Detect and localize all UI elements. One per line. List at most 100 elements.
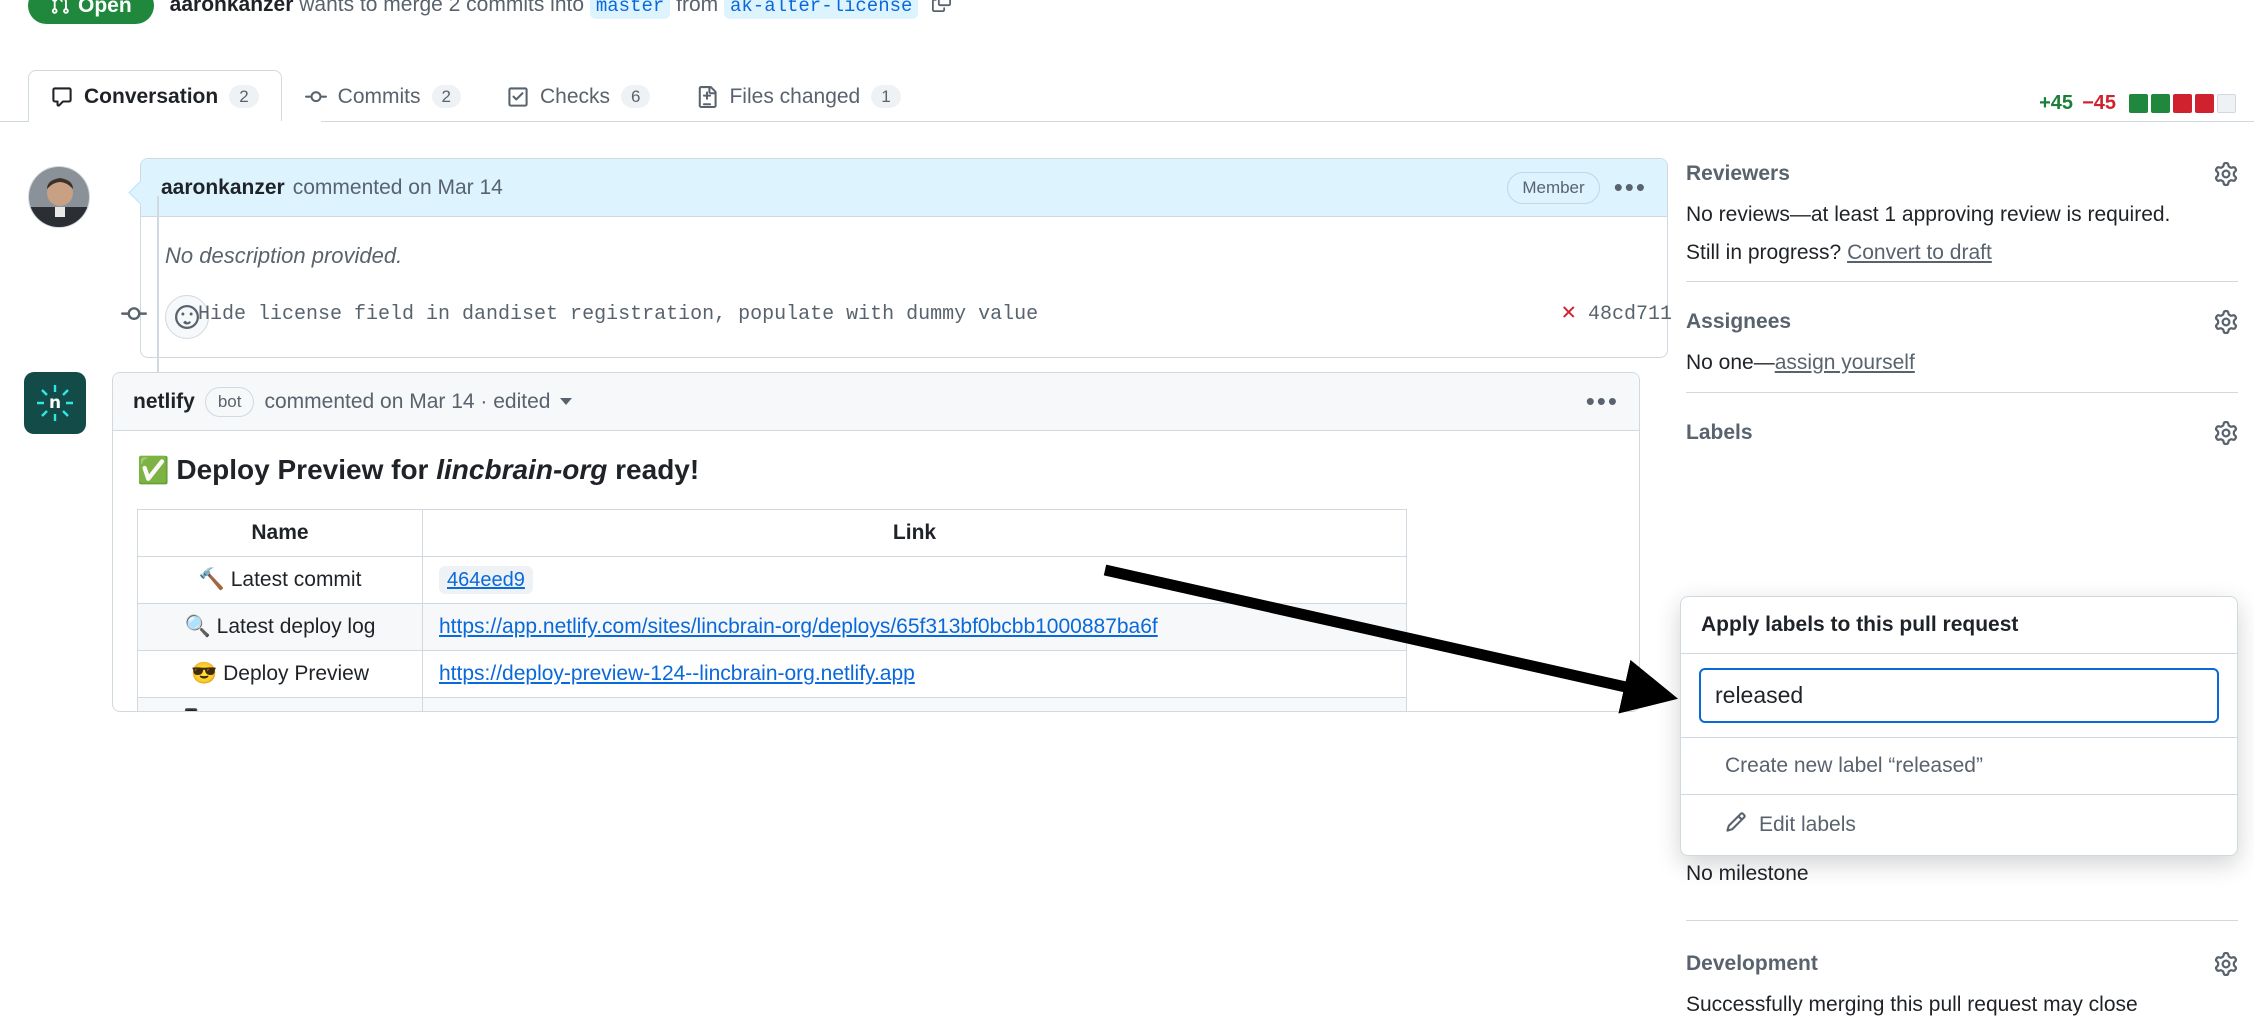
table-row: 🔍Latest deploy log https://app.netlify.c… xyxy=(138,603,1407,650)
divider xyxy=(1686,281,2238,282)
toggle-qr-code-label[interactable]: Toggle QR Code... xyxy=(461,709,634,712)
tab-commits-label: Commits xyxy=(338,86,421,107)
diffstat: +45 −45 xyxy=(2039,92,2236,115)
head-branch-chip[interactable]: ak-alter-license xyxy=(724,0,918,19)
reviewers-header: Reviewers xyxy=(1686,150,2238,196)
row-link-cell: ▶Toggle QR Code... xyxy=(423,697,1407,712)
tab-checks-count: 6 xyxy=(621,85,650,108)
diffstat-block xyxy=(2129,94,2148,113)
label-filter-input[interactable] xyxy=(1699,668,2219,723)
gear-icon[interactable] xyxy=(2214,421,2238,445)
development-header: Development xyxy=(1686,940,2238,986)
diffstat-blocks xyxy=(2129,94,2236,113)
copy-icon[interactable] xyxy=(932,0,951,18)
tab-files-changed-count: 1 xyxy=(871,85,900,108)
edit-labels-label: Edit labels xyxy=(1759,813,1856,837)
tab-conversation[interactable]: Conversation 2 xyxy=(28,70,282,122)
sidebar-section-labels: Labels xyxy=(1686,409,2238,471)
tab-files-changed-label: Files changed xyxy=(729,86,860,107)
labels-filter-wrapper xyxy=(1681,654,2237,738)
gear-icon[interactable] xyxy=(2214,952,2238,976)
sunglasses-icon: 😎 xyxy=(191,662,217,685)
chevron-down-icon[interactable] xyxy=(560,398,572,405)
commit-icon xyxy=(305,86,327,108)
pr-header: Open aaronkanzer wants to merge 2 commit… xyxy=(0,0,1700,32)
hammer-icon: 🔨 xyxy=(199,568,225,591)
avatar-image xyxy=(29,167,90,228)
col-name: Name xyxy=(138,509,423,556)
comment-header: aaronkanzer commented on Mar 14 Member •… xyxy=(141,159,1667,217)
pull-request-icon xyxy=(50,0,70,15)
pr-state-label: Open xyxy=(78,0,132,16)
gear-icon[interactable] xyxy=(2214,162,2238,186)
author-role-badge: Member xyxy=(1507,172,1599,204)
diffstat-block xyxy=(2217,94,2236,113)
gear-icon[interactable] xyxy=(2214,310,2238,334)
netlify-logo-icon: n xyxy=(31,379,79,427)
no-one-label: No one— xyxy=(1686,351,1775,374)
deploy-title-suffix: ready! xyxy=(615,454,699,485)
bot-timestamp: commented on Mar 14 · edited xyxy=(264,390,550,414)
table-row: 😎 Deploy Preview https://deploy-preview-1… xyxy=(138,650,1407,697)
pr-from-text: from xyxy=(676,0,718,16)
assignees-status-row: No one—assign yourself xyxy=(1686,344,2238,382)
pencil-icon xyxy=(1725,811,1747,839)
pr-subtitle: aaronkanzer wants to merge 2 commits int… xyxy=(170,0,952,18)
deploy-preview-link[interactable]: https://deploy-preview-124--lincbrain-or… xyxy=(439,662,915,685)
bot-comment-body: ✅Deploy Preview for lincbrain-org ready!… xyxy=(113,431,1639,712)
tab-conversation-label: Conversation xyxy=(84,86,218,107)
comment-body: No description provided. xyxy=(141,217,1667,357)
row-name-cell: 🔍Latest deploy log xyxy=(138,603,423,650)
sidebar-section-reviewers: Reviewers No reviews—at least 1 approvin… xyxy=(1686,150,2238,298)
x-icon[interactable]: ✕ xyxy=(1562,302,1576,326)
commit-timeline-row: Hide license field in dandiset registrat… xyxy=(112,294,1672,334)
mobile-phone-icon: 📱 xyxy=(178,709,204,712)
svg-text:n: n xyxy=(49,393,61,413)
pr-merge-text: wants to merge 2 commits into xyxy=(299,0,584,16)
tab-commits[interactable]: Commits 2 xyxy=(282,70,484,122)
row-name-cell: 😎 Deploy Preview xyxy=(138,650,423,697)
diffstat-block xyxy=(2195,94,2214,113)
reviewers-title: Reviewers xyxy=(1686,162,1790,186)
comment-menu-icon[interactable]: ••• xyxy=(1614,180,1647,196)
diffstat-deletions: −45 xyxy=(2082,92,2116,115)
row-link-cell: https://app.netlify.com/sites/lincbrain-… xyxy=(423,603,1407,650)
comment-author[interactable]: aaronkanzer xyxy=(161,176,285,200)
commit-status: ✕ 48cd711 xyxy=(1562,302,1672,326)
row-name-label: Deploy Preview xyxy=(223,662,369,685)
tab-files-changed[interactable]: Files changed 1 xyxy=(673,70,923,122)
still-in-progress-label: Still in progress? xyxy=(1686,241,1841,264)
edit-labels-option[interactable]: Edit labels xyxy=(1681,795,2237,855)
milestone-value: No milestone xyxy=(1686,862,1809,886)
assign-yourself-link[interactable]: assign yourself xyxy=(1775,351,1915,374)
comment-timestamp: commented on Mar 14 xyxy=(293,176,503,200)
row-name-cell: 🔨Latest commit xyxy=(138,556,423,603)
table-row: 🔨Latest commit 464eed9 xyxy=(138,556,1407,603)
commit-icon xyxy=(112,301,156,327)
pr-author: aaronkanzer xyxy=(170,0,294,16)
netlify-bot-comment: netlify bot commented on Mar 14 · edited… xyxy=(112,372,1640,712)
bot-avatar[interactable]: n xyxy=(24,372,86,434)
diffstat-additions: +45 xyxy=(2039,92,2073,115)
assignees-header: Assignees xyxy=(1686,298,2238,344)
pr-state-badge: Open xyxy=(28,0,154,24)
diffstat-block xyxy=(2151,94,2170,113)
base-branch-chip[interactable]: master xyxy=(590,0,670,19)
convert-to-draft-link[interactable]: Convert to draft xyxy=(1847,241,1992,264)
latest-commit-link[interactable]: 464eed9 xyxy=(439,566,533,594)
development-title: Development xyxy=(1686,952,1818,976)
tab-checks[interactable]: Checks 6 xyxy=(484,70,674,122)
table-row: 📱Preview on mobile ▶Toggle QR Code... xyxy=(138,697,1407,712)
file-diff-icon xyxy=(696,86,718,108)
bot-author[interactable]: netlify xyxy=(133,390,195,414)
row-link-cell: 464eed9 xyxy=(423,556,1407,603)
active-tab-mask xyxy=(29,121,321,123)
tab-commits-count: 2 xyxy=(432,85,461,108)
create-new-label-option[interactable]: Create new label “released” xyxy=(1681,738,2237,795)
commit-message[interactable]: Hide license field in dandiset registrat… xyxy=(198,303,1038,326)
commit-sha[interactable]: 48cd711 xyxy=(1588,303,1672,326)
avatar[interactable] xyxy=(28,166,90,228)
deploy-log-link[interactable]: https://app.netlify.com/sites/lincbrain-… xyxy=(439,615,1158,638)
bot-comment-menu-icon[interactable]: ••• xyxy=(1586,394,1619,410)
row-link-cell: https://deploy-preview-124--lincbrain-or… xyxy=(423,650,1407,697)
